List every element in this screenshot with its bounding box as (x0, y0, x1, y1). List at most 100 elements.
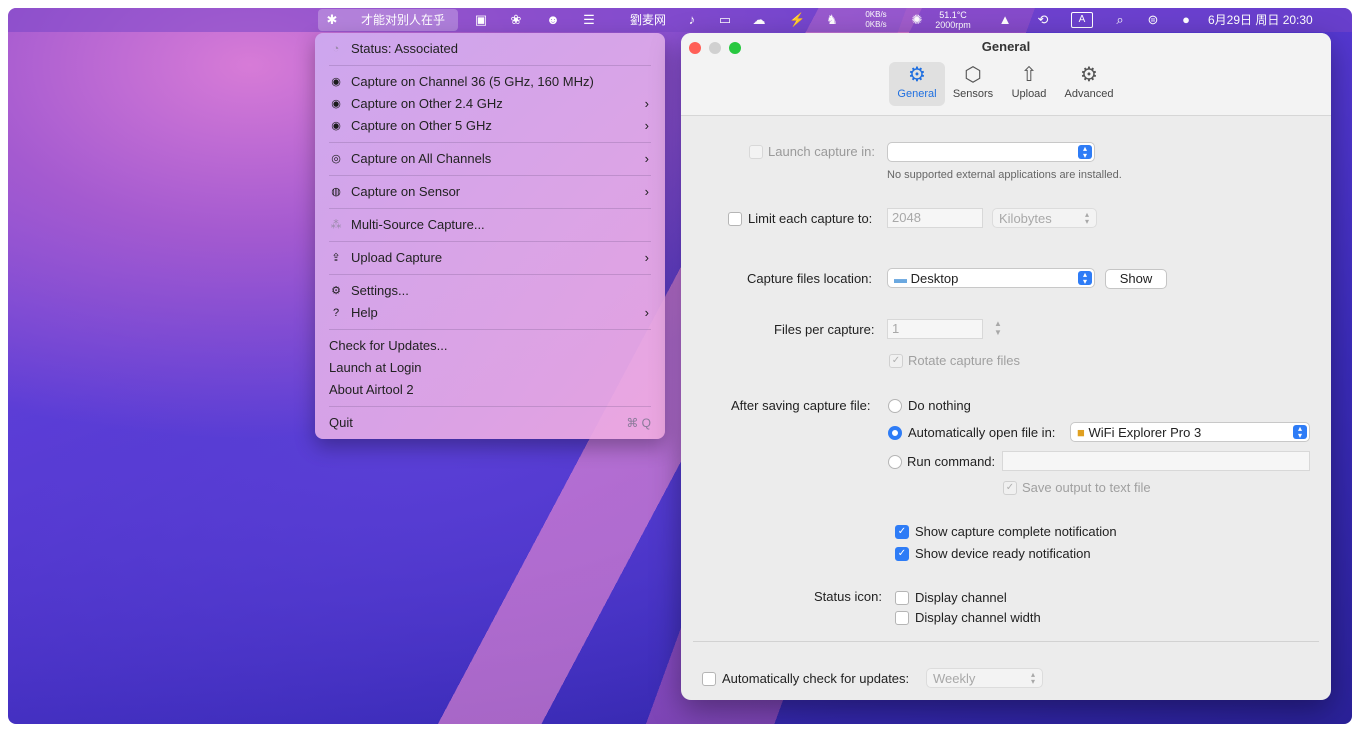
location-label: Capture files location: (747, 271, 873, 286)
auto-open-app-popup[interactable]: ■ WiFi Explorer Pro 3 ▴ ▾ (1070, 422, 1310, 442)
show-button[interactable]: Show (1105, 269, 1167, 289)
popup-arrows-icon: ▴ ▾ (1078, 145, 1092, 160)
display-channel-checkbox[interactable] (895, 591, 909, 605)
menu-item-help[interactable]: ? Help › (329, 302, 651, 324)
tab-advanced[interactable]: ⚙ Advanced (1061, 62, 1117, 106)
files-per-capture-label: Files per capture: (774, 322, 875, 337)
sensor-readout[interactable]: 51.1°C 2000rpm (928, 10, 978, 30)
do-nothing-radio[interactable] (888, 399, 902, 413)
rotate-label: Rotate capture files (908, 353, 1021, 368)
chevron-right-icon: › (644, 305, 649, 320)
notif-complete-label: Show capture complete notification (915, 524, 1117, 539)
notif-complete-checkbox[interactable]: ✓ (895, 525, 909, 539)
popup-arrows-icon: ▴ ▾ (1078, 271, 1092, 286)
menu-item-label: Quit (329, 415, 353, 430)
auto-open-label: Automatically open file in: (908, 425, 1056, 440)
chevron-right-icon: › (644, 250, 649, 265)
launch-app-popup[interactable]: ▴ ▾ (887, 142, 1095, 162)
launch-capture-checkbox (749, 145, 763, 159)
share-icon[interactable]: ❀ (508, 12, 524, 28)
bolt-icon[interactable]: ⚡ (789, 12, 805, 28)
net-down: 0KB/s (865, 20, 887, 29)
airtool-icon[interactable]: ✱ (324, 12, 340, 28)
menu-item-about[interactable]: About Airtool 2 (329, 379, 651, 401)
menu-item-label: Capture on All Channels (351, 151, 492, 166)
fan-icon: ✺ (911, 12, 923, 27)
menu-separator (329, 329, 651, 330)
auto-open-radio[interactable] (888, 426, 902, 440)
menu-separator (329, 142, 651, 143)
menu-item-capture-channel-36[interactable]: ◉ Capture on Channel 36 (5 GHz, 160 MHz) (329, 71, 651, 93)
cat-icon[interactable]: ☻ (545, 12, 561, 28)
files-per-capture-field: 1 (887, 319, 983, 339)
wechat-icon[interactable]: ☁ (751, 12, 767, 28)
menu-item-capture-other-24[interactable]: ◉ Capture on Other 2.4 GHz › (329, 93, 651, 115)
list-icon[interactable]: ☰ (581, 12, 597, 28)
menu-separator (329, 175, 651, 176)
location-popup[interactable]: ▬ Desktop ▴ ▾ (887, 268, 1095, 288)
window-toolbar: General ⚙ General ⬡ Sensors ⇧ Upload ⚙ A… (681, 33, 1331, 116)
run-command-radio[interactable] (888, 455, 902, 469)
menubar-text-app[interactable]: 劉麦网 (630, 8, 666, 32)
menu-item-capture-all-channels[interactable]: ◎ Capture on All Channels › (329, 148, 651, 170)
tab-label: Upload (1011, 88, 1047, 100)
auto-open-app-value: WiFi Explorer Pro 3 (1088, 425, 1202, 440)
notif-ready-label: Show device ready notification (915, 546, 1091, 561)
control-center-icon[interactable]: ⊜ (1145, 12, 1161, 28)
menubar-app-title[interactable]: 才能对别人在乎 (361, 8, 445, 32)
auto-updates-popup: Weekly ▴ ▾ (926, 668, 1043, 688)
display-icon[interactable]: ▣ (473, 12, 489, 28)
save-output-label: Save output to text file (1022, 480, 1151, 495)
eye-outline-icon: ◎ (331, 153, 341, 165)
popup-arrows-icon: ▴ ▾ (1293, 425, 1307, 440)
display-channel-label: Display channel (915, 590, 1007, 605)
menu-bar: ✱ 才能对别人在乎 ▣ ❀ ☻ ☰ 劉麦网 ♪ ▭ ☁ ⚡ ♞ 0KB/s 0KB… (8, 8, 1352, 32)
tab-label: Advanced (1064, 88, 1114, 100)
multi-source-icon: ⁂ (330, 219, 342, 231)
display-width-label: Display channel width (915, 610, 1041, 625)
display-width-checkbox[interactable] (895, 611, 909, 625)
bell-icon[interactable]: ♪ (684, 12, 700, 28)
wifi-icon: ◔ (332, 43, 340, 55)
menu-item-check-updates[interactable]: Check for Updates... (329, 335, 651, 357)
photo-icon[interactable]: ▲ (997, 12, 1013, 28)
network-speed[interactable]: 0KB/s 0KB/s (861, 10, 891, 30)
menu-item-settings[interactable]: ⚙ Settings... (329, 280, 651, 302)
menu-item-label: Help (351, 305, 378, 320)
menubar-clock[interactable]: 6月29日 周日 20:30 (1208, 8, 1313, 32)
limit-capture-checkbox[interactable] (728, 212, 742, 226)
gear-icon: ⚙ (908, 64, 926, 86)
menu-item-launch-login[interactable]: Launch at Login (329, 357, 651, 379)
do-nothing-label: Do nothing (908, 398, 971, 413)
menu-item-label: About Airtool 2 (329, 382, 414, 397)
menu-item-upload-capture[interactable]: ⇪ Upload Capture › (329, 247, 651, 269)
menu-separator (329, 65, 651, 66)
tab-upload[interactable]: ⇧ Upload (1001, 62, 1057, 106)
menu-item-label: Capture on Other 2.4 GHz (351, 96, 503, 111)
auto-updates-checkbox[interactable] (702, 672, 716, 686)
sync-icon[interactable]: ⟲ (1035, 12, 1051, 28)
notif-ready-checkbox[interactable]: ✓ (895, 547, 909, 561)
tab-general[interactable]: ⚙ General (889, 62, 945, 106)
status-icon-label: Status icon: (814, 589, 882, 604)
monitor-icon[interactable]: ▭ (717, 12, 733, 28)
ghost-icon[interactable]: ♞ (824, 12, 840, 28)
menu-item-capture-other-5[interactable]: ◉ Capture on Other 5 GHz › (329, 115, 651, 137)
after-saving-label: After saving capture file: (731, 398, 871, 413)
run-command-field[interactable] (1002, 451, 1310, 471)
limit-size-field: 2048 (887, 208, 983, 228)
menu-item-multi-source: ⁂ Multi-Source Capture... (329, 214, 651, 236)
airtool-menu: ◔ Status: Associated ◉ Capture on Channe… (315, 33, 665, 439)
globe-icon: ◍ (331, 186, 341, 198)
menu-item-quit[interactable]: Quit ⌘ Q (329, 412, 651, 434)
popup-arrows-icon: ▴ ▾ (1084, 210, 1089, 226)
tab-sensors[interactable]: ⬡ Sensors (945, 62, 1001, 106)
input-method[interactable]: A (1071, 12, 1093, 28)
gears-icon: ⚙ (1080, 64, 1098, 86)
menu-separator (329, 208, 651, 209)
upload-doc-icon: ⇪ (331, 252, 341, 264)
menu-item-capture-sensor[interactable]: ◍ Capture on Sensor › (329, 181, 651, 203)
search-icon[interactable]: ⌕ (1112, 12, 1128, 28)
menu-item-label: Capture on Other 5 GHz (351, 118, 492, 133)
siri-icon[interactable]: ● (1178, 12, 1194, 28)
